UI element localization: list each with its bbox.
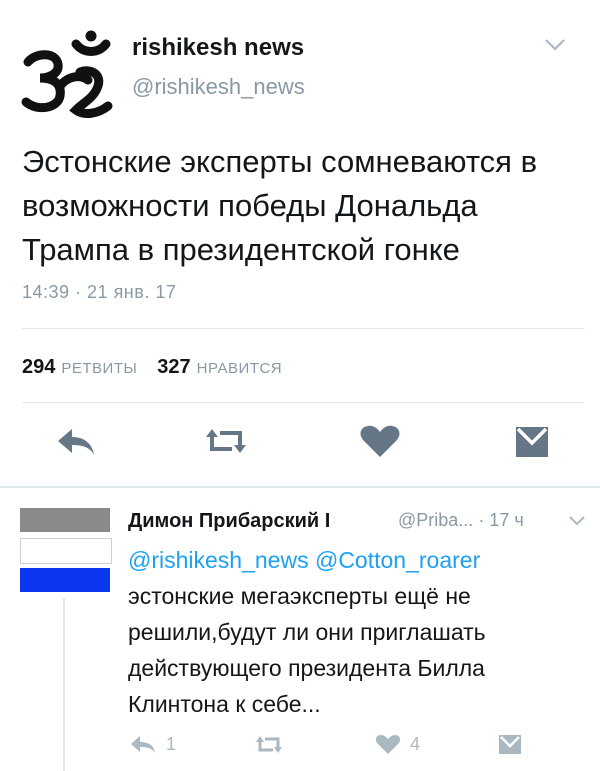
reply-reply-button[interactable]: 1	[128, 732, 176, 756]
reply-handle[interactable]: @Priba...	[398, 510, 473, 530]
retweets-count[interactable]: 294	[22, 356, 55, 378]
reply-icon[interactable]	[128, 733, 158, 755]
reply-avatar-flag-stripe	[20, 568, 110, 592]
tweet-timestamp[interactable]: 14:39 · 21 янв. 17	[22, 282, 176, 303]
reply-mentions[interactable]: @rishikesh_news @Cotton_roarer	[128, 547, 480, 573]
retweet-icon[interactable]	[204, 423, 248, 459]
tweet-text: Эстонские эксперты сомневаются в возможн…	[22, 144, 538, 267]
reply-like-count: 4	[410, 733, 421, 754]
retweet-icon[interactable]	[254, 733, 284, 755]
chevron-down-icon[interactable]	[568, 514, 586, 526]
reply-reply-count: 1	[166, 733, 177, 754]
reply-avatar-flag-stripe	[20, 538, 112, 564]
reply-text: @rishikesh_news @Cotton_roarer эстонские…	[128, 542, 588, 722]
dm-icon[interactable]	[496, 733, 524, 755]
reply-time[interactable]: · 17 ч	[478, 510, 523, 530]
account-name[interactable]: rishikesh news	[132, 34, 304, 62]
heart-icon[interactable]	[358, 423, 402, 459]
reply-avatar-flag-stripe	[20, 508, 110, 532]
reply-handle-and-time[interactable]: @Priba... · 17 ч	[398, 510, 524, 531]
reply-icon[interactable]	[54, 423, 98, 459]
reply-retweet-button[interactable]	[254, 732, 284, 756]
section-separator	[0, 486, 600, 488]
reply-body: эстонские мегаэксперты ещё не решили,буд…	[128, 583, 486, 717]
account-handle[interactable]: @rishikesh_news	[132, 74, 305, 100]
reply-dm-button[interactable]	[496, 732, 524, 756]
reply-author-name[interactable]: Димон Прибарский I	[128, 510, 330, 533]
conversation-thread-line	[63, 598, 65, 771]
divider	[22, 402, 584, 403]
chevron-down-icon[interactable]	[544, 38, 566, 52]
likes-count[interactable]: 327	[157, 356, 190, 378]
reply-like-button[interactable]: 4	[374, 732, 420, 756]
likes-label[interactable]: НРАВИТСЯ	[197, 360, 282, 377]
dm-icon[interactable]	[510, 423, 554, 459]
retweets-label[interactable]: РЕТВИТЫ	[61, 360, 137, 377]
divider	[22, 328, 584, 329]
tweet-stats: 294 РЕТВИТЫ 327 НРАВИТСЯ	[22, 356, 302, 379]
avatar-om-symbol[interactable]	[18, 28, 118, 118]
heart-icon[interactable]	[374, 733, 402, 755]
